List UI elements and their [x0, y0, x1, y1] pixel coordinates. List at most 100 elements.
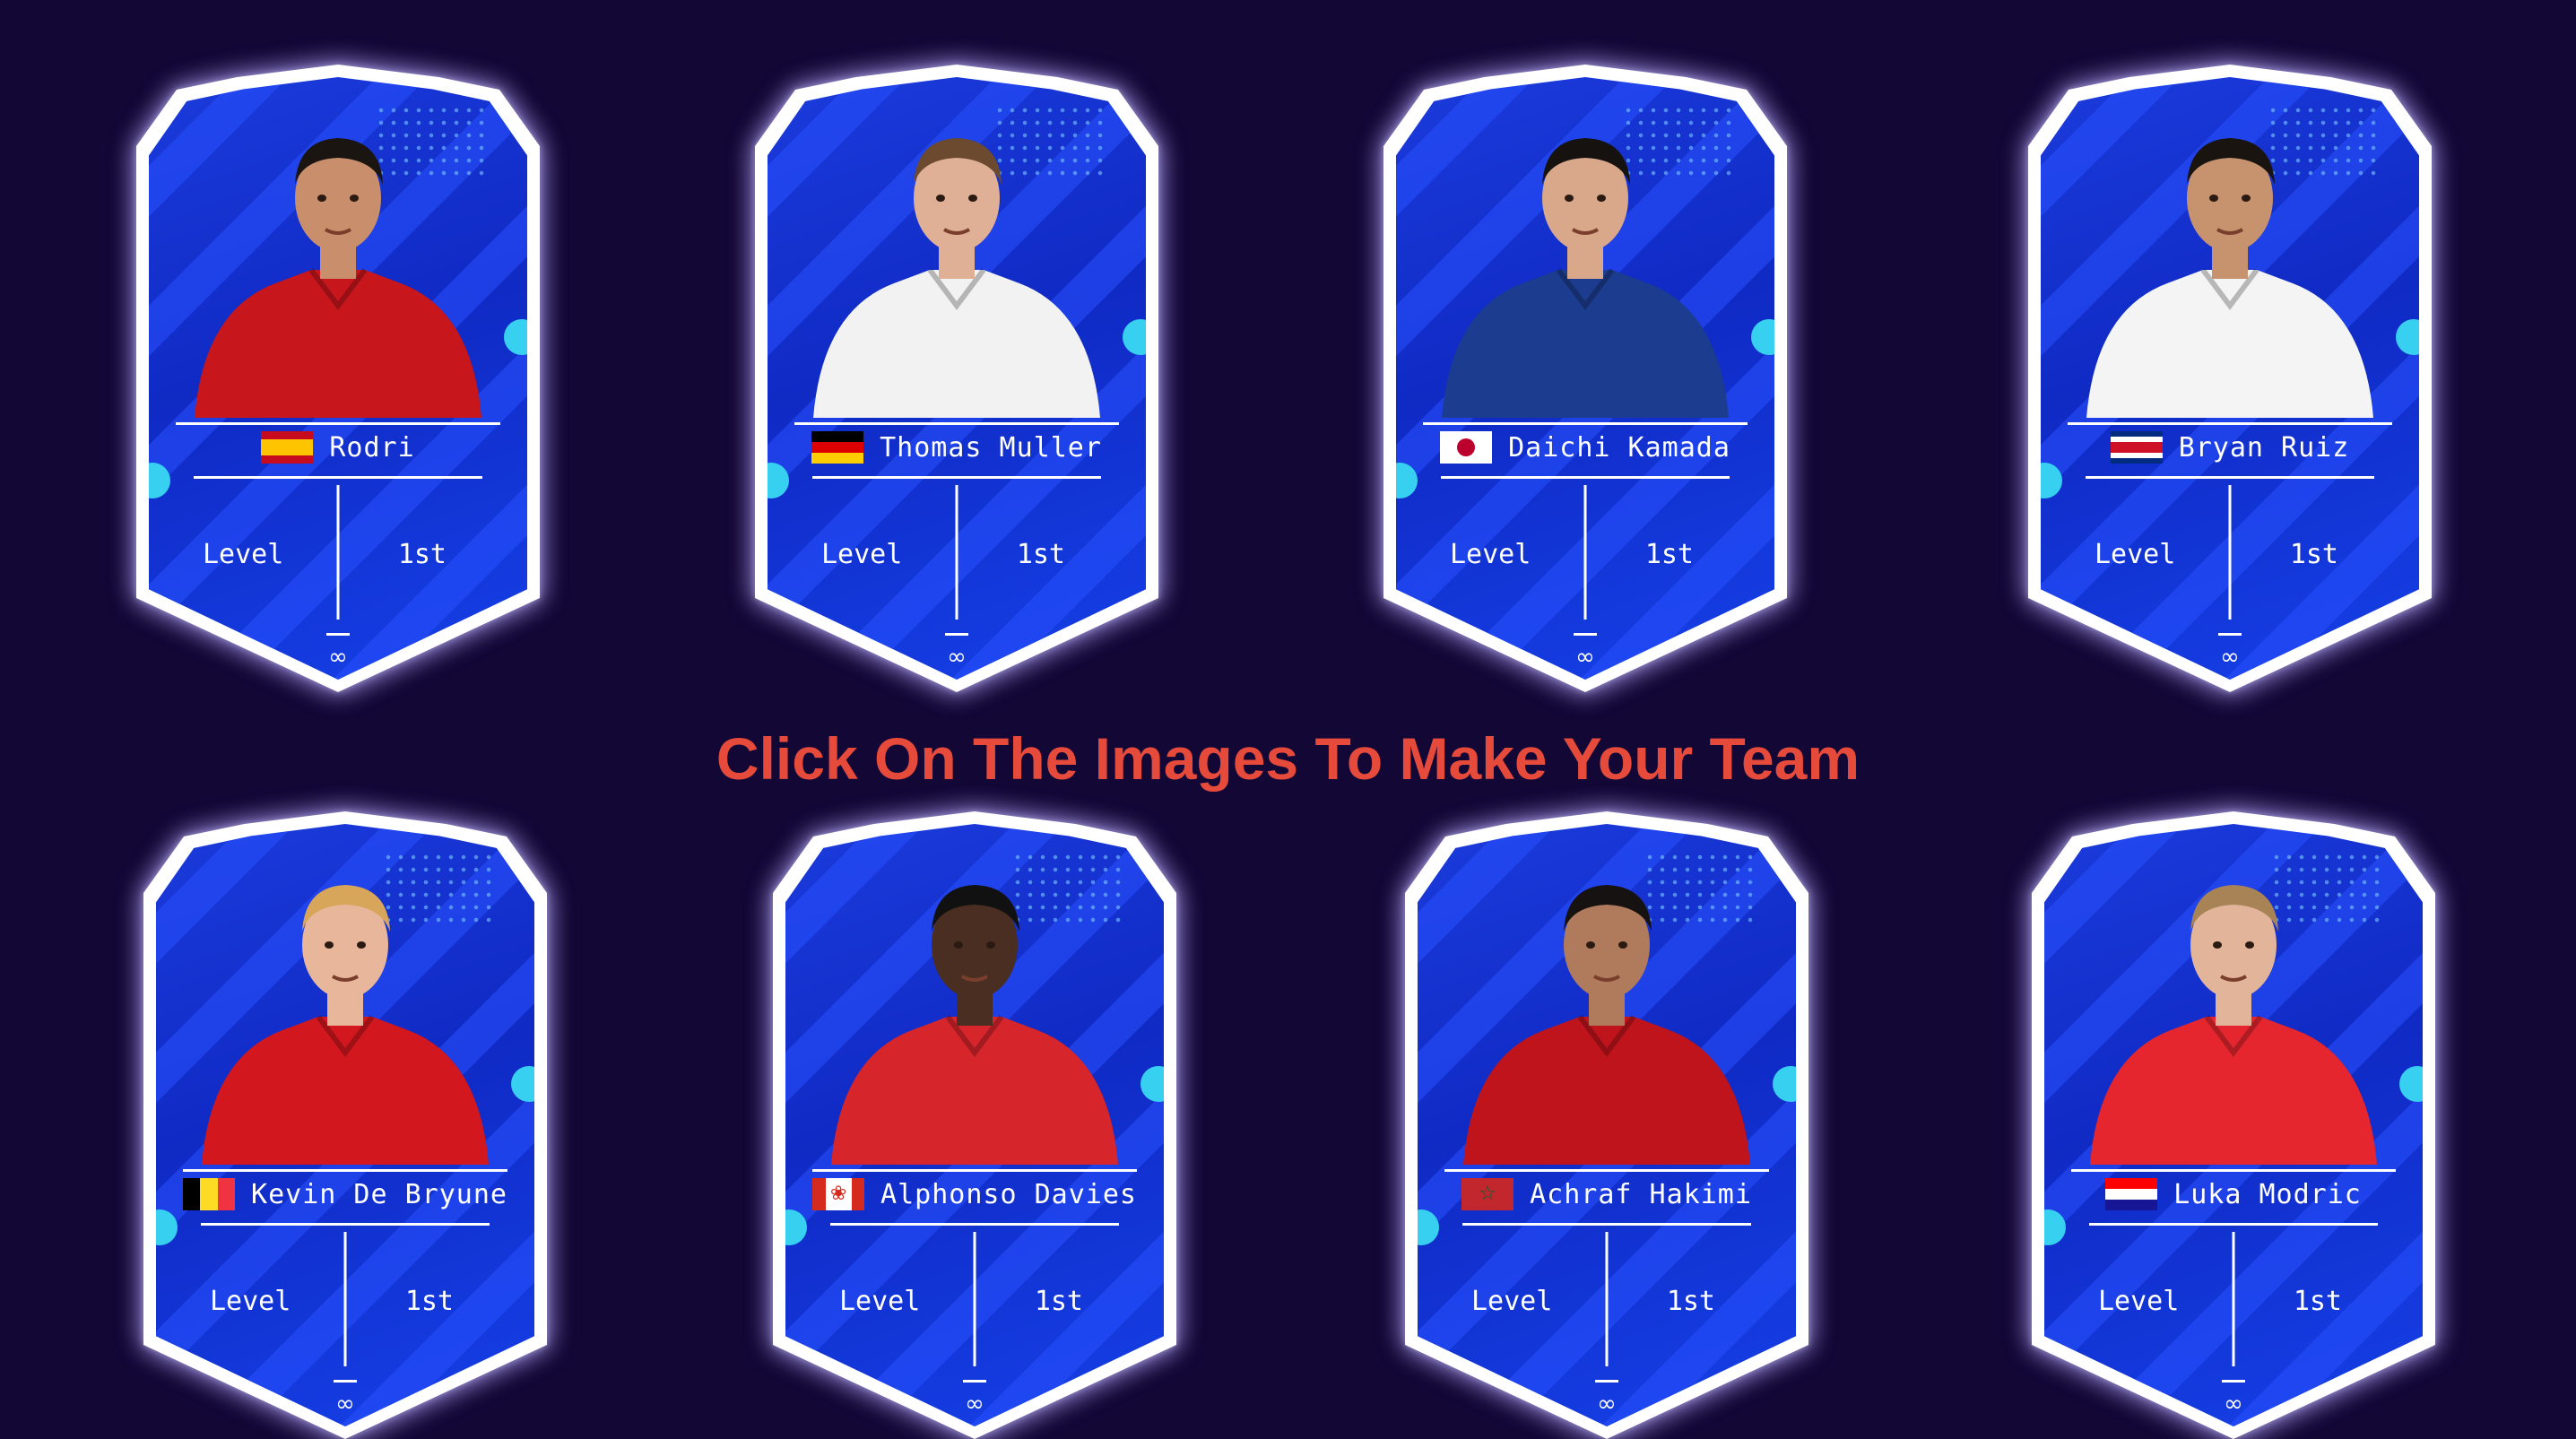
level-label: Level — [839, 1286, 921, 1317]
decor-bubble-icon — [768, 463, 789, 498]
card-background: Kevin De Bryune Level 1st ∞ — [156, 824, 534, 1426]
decor-bubble-icon — [511, 1066, 534, 1102]
player-photo[interactable] — [813, 851, 1136, 1165]
divider — [2086, 476, 2374, 479]
decor-bubble-icon — [785, 1209, 807, 1245]
rank-value: 1st — [1016, 539, 1065, 570]
infinity-emblem-icon: ∞ — [2220, 644, 2240, 671]
player-name-row: Bryan Ruiz — [2041, 431, 2419, 464]
stat-divider — [2228, 485, 2232, 620]
decor-bubble-icon — [504, 319, 527, 355]
player-photo[interactable] — [1424, 104, 1747, 418]
rank-value: 1st — [1034, 1286, 1083, 1317]
divider — [183, 1169, 507, 1172]
decor-bubble-icon — [2041, 463, 2062, 498]
decor-bubble-icon — [2399, 1066, 2423, 1102]
decor-bubble-icon — [1751, 319, 1774, 355]
player-photo[interactable] — [184, 851, 507, 1165]
player-name: Daichi Kamada — [1508, 431, 1730, 464]
decor-bubble-icon — [1773, 1066, 1796, 1102]
player-name-row: Thomas Muller — [768, 431, 1146, 464]
dash-mark — [1574, 633, 1597, 636]
spain-flag-icon — [261, 431, 314, 464]
stat-divider — [336, 485, 340, 620]
level-label: Level — [2098, 1286, 2180, 1317]
card-background: ❀ Alphonso Davies Level 1st ∞ — [785, 824, 1164, 1426]
player-name: Rodri — [329, 431, 415, 464]
infinity-emblem-icon: ∞ — [1575, 644, 1595, 671]
divider — [812, 1169, 1137, 1172]
canada-flag-icon: ❀ — [812, 1178, 865, 1210]
decor-bubble-icon — [2044, 1209, 2066, 1245]
rank-value: 1st — [2289, 539, 2338, 570]
player-name: Thomas Muller — [880, 431, 1102, 464]
dash-mark — [2218, 633, 2242, 636]
card-background: Bryan Ruiz Level 1st ∞ — [2041, 77, 2419, 680]
divider — [194, 476, 482, 479]
card-background: Daichi Kamada Level 1st ∞ — [1396, 77, 1774, 680]
stat-divider — [2232, 1232, 2235, 1366]
card-background: ☆ Achraf Hakimi Level 1st ∞ — [1418, 824, 1796, 1426]
divider — [2089, 1223, 2378, 1226]
player-name-row: ❀ Alphonso Davies — [785, 1178, 1164, 1210]
infinity-emblem-icon: ∞ — [2224, 1391, 2243, 1417]
decor-bubble-icon — [1141, 1066, 1164, 1102]
belgium-flag-icon — [183, 1178, 236, 1210]
player-card[interactable]: Kevin De Bryune Level 1st ∞ — [143, 811, 547, 1439]
stat-divider — [1605, 1232, 1609, 1366]
dash-mark — [2222, 1380, 2245, 1383]
decor-bubble-icon — [149, 463, 170, 498]
divider — [176, 422, 500, 425]
rank-value: 1st — [1666, 1286, 1715, 1317]
rank-value: 1st — [1644, 539, 1694, 570]
player-photo[interactable] — [2069, 104, 2391, 418]
level-label: Level — [821, 539, 903, 570]
player-card[interactable]: Luka Modric Level 1st ∞ — [2032, 811, 2435, 1439]
player-photo[interactable] — [177, 104, 499, 418]
player-name-row: Luka Modric — [2044, 1178, 2423, 1210]
croatia-flag-icon — [2105, 1178, 2158, 1210]
card-background: Rodri Level 1st ∞ — [149, 77, 527, 680]
stat-divider — [973, 1232, 976, 1366]
rank-value: 1st — [404, 1286, 454, 1317]
player-name-row: Rodri — [149, 431, 527, 464]
decor-bubble-icon — [2396, 319, 2419, 355]
player-photo[interactable] — [795, 104, 1118, 418]
stat-divider — [1583, 485, 1587, 620]
morocco-flag-icon: ☆ — [1461, 1178, 1514, 1210]
player-card[interactable]: ❀ Alphonso Davies Level 1st ∞ — [773, 811, 1176, 1439]
player-photo[interactable] — [1445, 851, 1768, 1165]
rank-value: 1st — [2293, 1286, 2342, 1317]
infinity-emblem-icon: ∞ — [335, 1391, 355, 1417]
level-label: Level — [203, 539, 284, 570]
player-card[interactable]: Rodri Level 1st ∞ — [136, 65, 540, 692]
dash-mark — [1595, 1380, 1618, 1383]
card-background: Luka Modric Level 1st ∞ — [2044, 824, 2423, 1426]
decor-bubble-icon — [156, 1209, 178, 1245]
divider — [1423, 422, 1748, 425]
dash-mark — [326, 633, 350, 636]
player-name: Bryan Ruiz — [2178, 431, 2350, 464]
divider — [201, 1223, 490, 1226]
player-name-row: ☆ Achraf Hakimi — [1418, 1178, 1796, 1210]
japan-flag-icon — [1440, 431, 1493, 464]
player-card[interactable]: Daichi Kamada Level 1st ∞ — [1383, 65, 1787, 692]
germany-flag-icon — [811, 431, 864, 464]
player-card[interactable]: Thomas Muller Level 1st ∞ — [755, 65, 1158, 692]
decor-bubble-icon — [1396, 463, 1418, 498]
divider — [1462, 1223, 1751, 1226]
player-card[interactable]: Bryan Ruiz Level 1st ∞ — [2028, 65, 2432, 692]
player-name-row: Kevin De Bryune — [156, 1178, 534, 1210]
stat-divider — [955, 485, 958, 620]
rank-value: 1st — [397, 539, 447, 570]
divider — [1441, 476, 1730, 479]
divider — [830, 1223, 1119, 1226]
level-label: Level — [1471, 1286, 1553, 1317]
dash-mark — [963, 1380, 986, 1383]
player-name: Alphonso Davies — [880, 1178, 1137, 1210]
player-card[interactable]: ☆ Achraf Hakimi Level 1st ∞ — [1405, 811, 1808, 1439]
player-photo[interactable] — [2072, 851, 2395, 1165]
level-label: Level — [2095, 539, 2176, 570]
infinity-emblem-icon: ∞ — [947, 644, 967, 671]
costa-rica-flag-icon — [2110, 431, 2163, 464]
